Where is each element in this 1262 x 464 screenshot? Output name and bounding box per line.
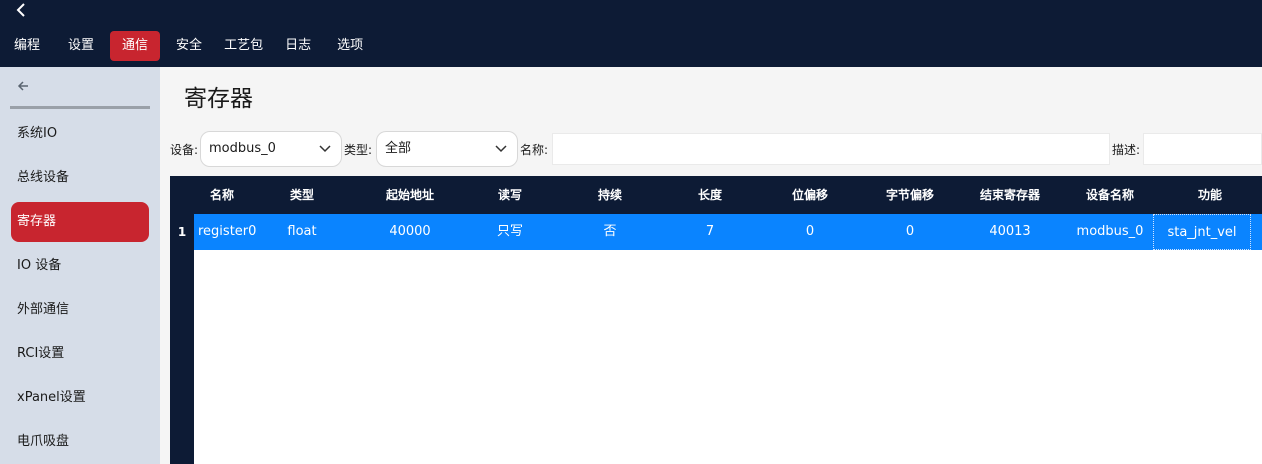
type-select-value: 全部: [385, 141, 412, 156]
table-header: 名称 类型 起始地址 读写 持续 长度 位偏移 字节偏移 结束寄存器 设备名称 …: [170, 176, 1262, 214]
device-select[interactable]: modbus_0: [200, 131, 342, 167]
chevron-down-icon: [319, 132, 331, 180]
sidebar-item-registers[interactable]: 寄存器: [11, 202, 149, 242]
register-table: 名称 类型 起始地址 读写 持续 长度 位偏移 字节偏移 结束寄存器 设备名称 …: [170, 176, 1262, 464]
cell-byte-offset[interactable]: 0: [860, 214, 960, 250]
name-label: 名称:: [520, 143, 549, 157]
table-row[interactable]: 1 register0 float 40000 只写 否 7 0 0 40013…: [170, 214, 1262, 250]
sidebar-item-external-comm[interactable]: 外部通信: [11, 290, 149, 330]
cell-persistent[interactable]: 否: [560, 214, 660, 250]
row-number: 1: [170, 214, 194, 250]
sidebar-item-rci-settings[interactable]: RCI设置: [11, 334, 149, 374]
cell-name[interactable]: register0: [194, 214, 264, 250]
cell-bit-offset[interactable]: 0: [760, 214, 860, 250]
device-select-value: modbus_0: [209, 141, 276, 156]
cell-length[interactable]: 7: [660, 214, 760, 250]
main-content: 寄存器 设备: modbus_0 类型: 全部 名称: 描述: 名称 类型 起始…: [160, 67, 1262, 464]
page-title: 寄存器: [184, 86, 253, 112]
main-menu: 编程 设置 通信 安全 工艺包 日志 选项: [0, 31, 377, 61]
device-label: 设备:: [170, 143, 199, 157]
chevron-down-icon: [495, 132, 507, 180]
column-header-byte-offset[interactable]: 字节偏移: [860, 176, 960, 214]
cell-function[interactable]: sta_jnt_vel: [1153, 214, 1251, 250]
sidebar-back-button[interactable]: [10, 77, 150, 109]
column-header-persistent[interactable]: 持续: [560, 176, 660, 214]
sidebar-item-gripper-suction[interactable]: 电爪吸盘: [11, 422, 149, 462]
menu-process-package[interactable]: 工艺包: [210, 31, 271, 61]
menu-security[interactable]: 安全: [160, 31, 210, 61]
column-header-bit-offset[interactable]: 位偏移: [760, 176, 860, 214]
column-header-name[interactable]: 名称: [194, 176, 250, 214]
type-label: 类型:: [344, 143, 373, 157]
sidebar-item-xpanel-settings[interactable]: xPanel设置: [11, 378, 149, 418]
column-header-end-register[interactable]: 结束寄存器: [960, 176, 1060, 214]
menu-communication[interactable]: 通信: [110, 31, 161, 61]
column-header-function[interactable]: 功能: [1160, 176, 1260, 214]
type-select[interactable]: 全部: [376, 131, 518, 167]
cell-start-address[interactable]: 40000: [360, 214, 460, 250]
sidebar-item-system-io[interactable]: 系统IO: [11, 114, 149, 154]
filter-bar: 设备: modbus_0 类型: 全部 名称: 描述:: [168, 130, 1262, 168]
back-chevron-icon[interactable]: [14, 2, 32, 20]
menu-settings[interactable]: 设置: [50, 31, 102, 61]
name-input[interactable]: [552, 133, 1110, 165]
column-header-length[interactable]: 长度: [660, 176, 760, 214]
column-header-type[interactable]: 类型: [264, 176, 340, 214]
cell-device-name[interactable]: modbus_0: [1060, 214, 1160, 250]
cell-read-write[interactable]: 只写: [460, 214, 560, 250]
menu-log[interactable]: 日志: [271, 31, 321, 61]
arrow-left-icon: [16, 79, 30, 97]
description-label: 描述:: [1112, 143, 1141, 157]
top-bar: 编程 设置 通信 安全 工艺包 日志 选项: [0, 0, 1262, 67]
menu-programming[interactable]: 编程: [0, 31, 50, 61]
description-input[interactable]: [1143, 133, 1262, 165]
sidebar-item-bus-devices[interactable]: 总线设备: [11, 158, 149, 198]
menu-options[interactable]: 选项: [321, 31, 377, 61]
column-header-start-address[interactable]: 起始地址: [360, 176, 460, 214]
sidebar-item-io-devices[interactable]: IO 设备: [11, 246, 149, 286]
sidebar: 系统IO 总线设备 寄存器 IO 设备 外部通信 RCI设置 xPanel设置 …: [0, 67, 160, 464]
cell-type[interactable]: float: [264, 214, 340, 250]
column-header-device-name[interactable]: 设备名称: [1060, 176, 1160, 214]
cell-end-register[interactable]: 40013: [960, 214, 1060, 250]
row-header-column: [170, 214, 194, 464]
column-header-read-write[interactable]: 读写: [460, 176, 560, 214]
sidebar-list: 系统IO 总线设备 寄存器 IO 设备 外部通信 RCI设置 xPanel设置 …: [0, 114, 160, 464]
